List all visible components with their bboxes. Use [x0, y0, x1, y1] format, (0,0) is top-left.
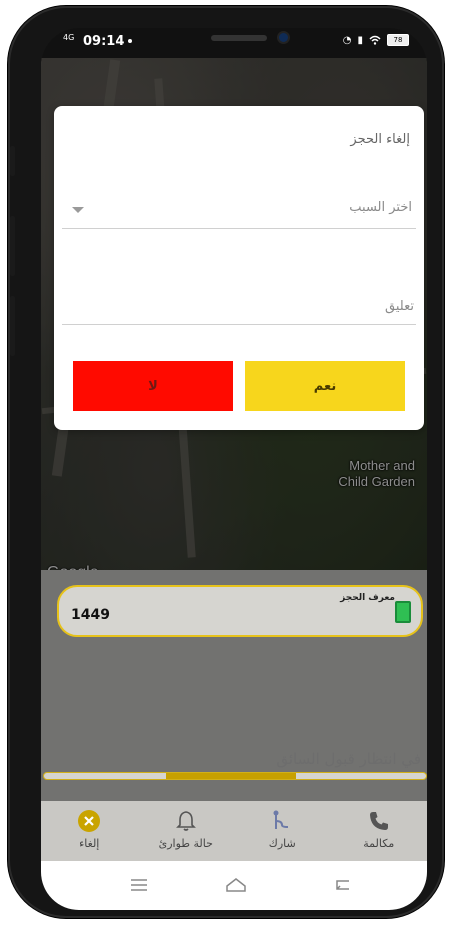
comment-input[interactable]	[58, 288, 416, 324]
nav-cancel[interactable]: إلغاء	[44, 801, 134, 861]
side-button	[10, 146, 15, 176]
chevron-down-icon	[72, 207, 84, 213]
wifi-icon	[369, 35, 381, 45]
booking-id-card: معرف الحجز 1449	[57, 585, 423, 637]
status-time: 09:14	[83, 34, 125, 49]
reason-placeholder: اختر السبب	[349, 200, 412, 215]
bell-icon	[175, 811, 196, 831]
battery-icon: 78	[387, 34, 409, 46]
nav-emergency[interactable]: حالة طوارئ	[141, 801, 231, 861]
notification-dot-icon	[128, 39, 132, 43]
signal-icon: ▮	[357, 34, 363, 46]
cancel-booking-dialog: إلغاء الحجز اختر السبب لا نعم	[54, 106, 424, 430]
yes-button[interactable]: نعم	[245, 361, 405, 411]
front-camera	[279, 33, 288, 42]
network-indicator: 4G	[63, 33, 75, 42]
status-bar: 4G 09:14 ◔ ▮ 78	[41, 28, 427, 58]
progress-fill	[166, 773, 297, 779]
speaker-notch	[211, 35, 267, 41]
no-button[interactable]: لا	[73, 361, 233, 411]
volume-up-button	[10, 216, 15, 276]
screen: 4G 09:14 ◔ ▮ 78 Mother and Child Garden …	[41, 28, 427, 910]
status-icons: ◔ ▮ 78	[343, 34, 409, 46]
system-navigation-bar	[41, 861, 427, 910]
nav-share[interactable]: شارك	[237, 801, 327, 861]
nav-emergency-label: حالة طوارئ	[158, 837, 213, 850]
nav-call-label: مكالمة	[363, 837, 395, 850]
phone-frame: 4G 09:14 ◔ ▮ 78 Mother and Child Garden …	[8, 6, 444, 918]
menu-icon[interactable]	[127, 875, 151, 895]
booking-id-value: 1449	[71, 607, 110, 623]
alarm-icon: ◔	[342, 34, 352, 46]
cancel-icon	[78, 810, 101, 832]
volume-down-button	[10, 296, 15, 356]
share-route-icon	[273, 810, 289, 829]
booking-id-label: معرف الحجز	[340, 593, 395, 603]
nav-cancel-label: إلغاء	[79, 837, 100, 850]
waiting-status-text: في انتظار قبول السائق	[276, 750, 421, 768]
reason-dropdown[interactable]: اختر السبب	[62, 194, 416, 229]
progress-bar	[43, 772, 427, 780]
dialog-title: إلغاء الحجز	[350, 132, 410, 147]
nav-call[interactable]: مكالمة	[334, 801, 424, 861]
comment-field	[58, 288, 416, 325]
booking-id-icon	[395, 601, 411, 623]
back-icon[interactable]	[331, 875, 355, 895]
home-icon[interactable]	[224, 875, 248, 895]
phone-icon	[369, 812, 388, 830]
bottom-nav: مكالمة شارك حالة طوارئ إلغاء	[41, 801, 427, 861]
nav-share-label: شارك	[268, 837, 296, 850]
